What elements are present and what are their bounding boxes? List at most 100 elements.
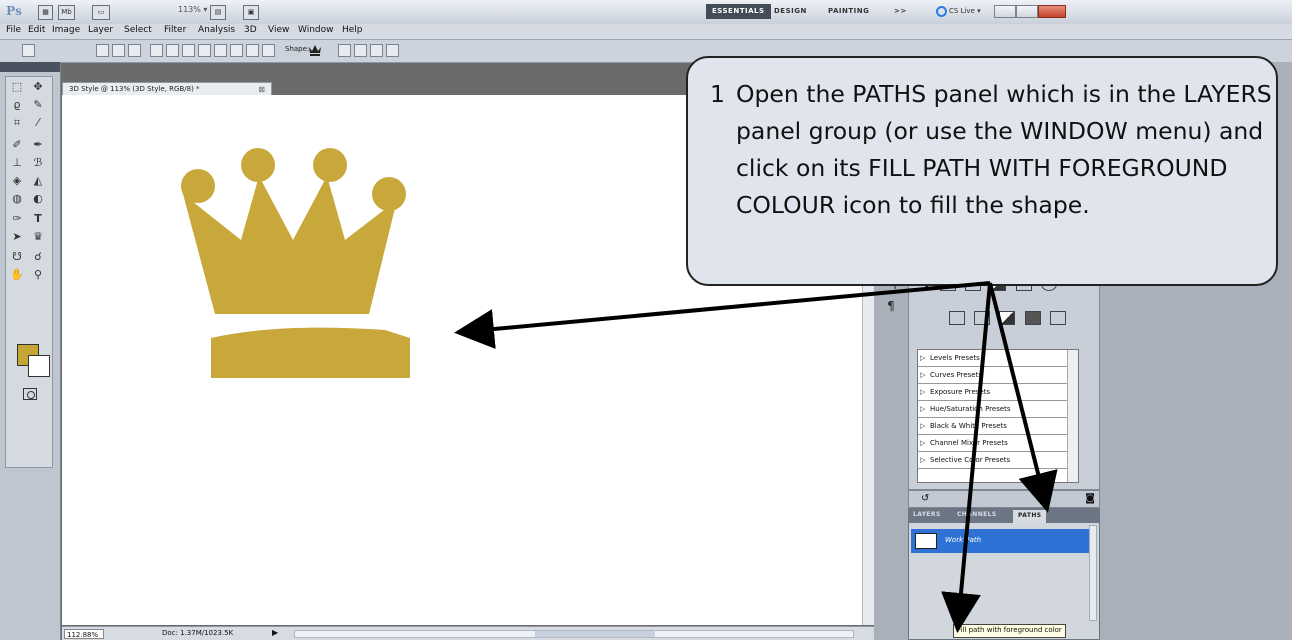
- menu-layer[interactable]: Layer: [88, 25, 113, 35]
- dodge-tool-icon[interactable]: ◐: [30, 191, 46, 207]
- freeform-pen-icon[interactable]: [166, 44, 179, 57]
- document-tab[interactable]: 3D Style @ 113% (3D Style, RGB/8) * ⊠: [62, 82, 272, 95]
- 3d-orbit-tool-icon[interactable]: ☌: [30, 249, 46, 265]
- menu-help[interactable]: Help: [342, 25, 363, 35]
- presets-scrollbar[interactable]: [1067, 350, 1078, 482]
- arrange-documents-icon[interactable]: ▤: [210, 5, 226, 20]
- list-item[interactable]: Black & White Presets: [918, 418, 1078, 435]
- maximize-button[interactable]: [1016, 5, 1038, 18]
- screen-mode-icon[interactable]: ▣: [243, 5, 259, 20]
- quick-mask-icon[interactable]: [23, 388, 37, 400]
- return-to-list-icon[interactable]: ↺: [921, 493, 929, 504]
- custom-shape-tool-icon-left[interactable]: ♛: [30, 229, 46, 245]
- menu-edit[interactable]: Edit: [28, 25, 45, 35]
- paths-mode-icon[interactable]: [112, 44, 125, 57]
- scrollbar-thumb[interactable]: [535, 631, 655, 637]
- menu-view[interactable]: View: [268, 25, 289, 35]
- paragraph-panel-icon[interactable]: ¶: [876, 294, 906, 318]
- fill-path-tooltip: Fill path with foreground color: [953, 624, 1066, 638]
- custom-shape-tool-icon[interactable]: [262, 44, 275, 57]
- polygon-tool-icon[interactable]: [230, 44, 243, 57]
- menu-image[interactable]: Image: [52, 25, 80, 35]
- paint-bucket-tool-icon[interactable]: ◭: [30, 173, 46, 189]
- menu-file[interactable]: File: [6, 25, 21, 35]
- marquee-tool-icon[interactable]: ⬚: [9, 79, 25, 95]
- tools-panel-grip[interactable]: [0, 62, 60, 72]
- intersect-shape-areas-icon[interactable]: [370, 44, 383, 57]
- tab-channels[interactable]: CHANNELS: [957, 511, 997, 518]
- workspace-design[interactable]: DESIGN: [768, 4, 813, 19]
- eyedropper-tool-icon[interactable]: ⁄: [30, 115, 46, 131]
- quick-selection-tool-icon[interactable]: ✎: [30, 97, 46, 113]
- status-menu-arrow-icon[interactable]: ▶: [272, 628, 278, 637]
- exclude-overlapping-areas-icon[interactable]: [386, 44, 399, 57]
- zoom-field[interactable]: 112.88%: [64, 629, 104, 639]
- menu-window[interactable]: Window: [298, 25, 334, 35]
- menu-3d[interactable]: 3D: [244, 25, 257, 35]
- add-to-shape-area-icon[interactable]: [338, 44, 351, 57]
- menu-filter[interactable]: Filter: [164, 25, 186, 35]
- pen-tool-icon[interactable]: [150, 44, 163, 57]
- menu-analysis[interactable]: Analysis: [198, 25, 235, 35]
- crown-shape-picker-icon[interactable]: [308, 43, 322, 57]
- brush-tool-icon[interactable]: ✒: [30, 137, 46, 153]
- clone-stamp-tool-icon[interactable]: ⊥: [9, 155, 25, 171]
- minimize-button[interactable]: [994, 5, 1016, 18]
- callout-instruction: Open the PATHS panel which is in the LAY…: [736, 80, 1272, 219]
- lasso-tool-icon[interactable]: ϱ: [9, 97, 25, 113]
- adjustment-icons-row-2: [949, 311, 1119, 333]
- selective-color-icon[interactable]: [1049, 311, 1066, 325]
- type-tool-icon[interactable]: T: [30, 211, 46, 227]
- list-item[interactable]: Channel Mixer Presets: [918, 435, 1078, 452]
- paths-scrollbar[interactable]: [1089, 525, 1097, 621]
- move-tool-icon[interactable]: ✥: [30, 79, 46, 95]
- rectangle-tool-icon[interactable]: [182, 44, 195, 57]
- cs-live-icon: [936, 5, 947, 17]
- posterize-icon[interactable]: [974, 311, 991, 325]
- path-row-work-path[interactable]: Work Path: [911, 529, 1093, 553]
- threshold-icon[interactable]: [999, 311, 1016, 325]
- list-item[interactable]: Hue/Saturation Presets: [918, 401, 1078, 418]
- history-brush-tool-icon[interactable]: ℬ: [30, 155, 46, 171]
- pen-tool-icon-left[interactable]: ✑: [9, 211, 25, 227]
- hand-tool-icon[interactable]: ✋: [9, 267, 25, 283]
- list-item[interactable]: Exposure Presets: [918, 384, 1078, 401]
- clip-to-layer-icon[interactable]: ◙: [1085, 493, 1095, 504]
- layers-panel-group: LAYERS CHANNELS PATHS Work Path: [908, 508, 1100, 640]
- tab-layers[interactable]: LAYERS: [913, 511, 941, 518]
- path-selection-tool-icon[interactable]: ➤: [9, 229, 25, 245]
- list-item[interactable]: Curves Presets: [918, 367, 1078, 384]
- crop-tool-icon[interactable]: ⌗: [9, 115, 25, 131]
- zoom-level-select[interactable]: 113% ▾: [178, 5, 207, 14]
- gradient-map-icon[interactable]: [1024, 311, 1041, 325]
- workspace-essentials[interactable]: ESSENTIALS: [706, 4, 771, 19]
- document-tab-title: 3D Style @ 113% (3D Style, RGB/8) *: [69, 85, 200, 93]
- workspace-more-button[interactable]: >>: [888, 4, 913, 19]
- fill-pixels-mode-icon[interactable]: [128, 44, 141, 57]
- invert-icon[interactable]: [949, 311, 965, 325]
- line-tool-icon[interactable]: [246, 44, 259, 57]
- launch-mini-bridge-icon[interactable]: Mb: [58, 5, 75, 20]
- subtract-from-shape-area-icon[interactable]: [354, 44, 367, 57]
- workspace-painting[interactable]: PAINTING: [822, 4, 875, 19]
- canvas-horizontal-scrollbar[interactable]: [294, 630, 854, 638]
- blur-tool-icon[interactable]: ◍: [9, 191, 25, 207]
- zoom-tool-icon[interactable]: ⚲: [30, 267, 46, 283]
- cs-live-button[interactable]: CS Live ▾: [936, 4, 981, 19]
- tool-preset-picker-icon[interactable]: [22, 44, 35, 57]
- list-item[interactable]: Levels Presets: [918, 350, 1078, 367]
- background-color-swatch[interactable]: [28, 355, 50, 377]
- eraser-tool-icon[interactable]: ◈: [9, 173, 25, 189]
- ellipse-tool-icon[interactable]: [214, 44, 227, 57]
- menu-select[interactable]: Select: [124, 25, 152, 35]
- launch-bridge-icon[interactable]: ▦: [38, 5, 53, 20]
- rounded-rectangle-tool-icon[interactable]: [198, 44, 211, 57]
- close-button[interactable]: [1038, 5, 1066, 18]
- document-size-info: Doc: 1.37M/1023.5K: [162, 629, 234, 637]
- spot-healing-tool-icon[interactable]: ✐: [9, 137, 25, 153]
- view-extras-icon[interactable]: ▭: [92, 5, 110, 20]
- 3d-rotate-tool-icon[interactable]: ☋: [9, 249, 25, 265]
- tab-paths[interactable]: PATHS: [1013, 510, 1047, 523]
- list-item[interactable]: Selective Color Presets: [918, 452, 1078, 469]
- shape-layers-mode-icon[interactable]: [96, 44, 109, 57]
